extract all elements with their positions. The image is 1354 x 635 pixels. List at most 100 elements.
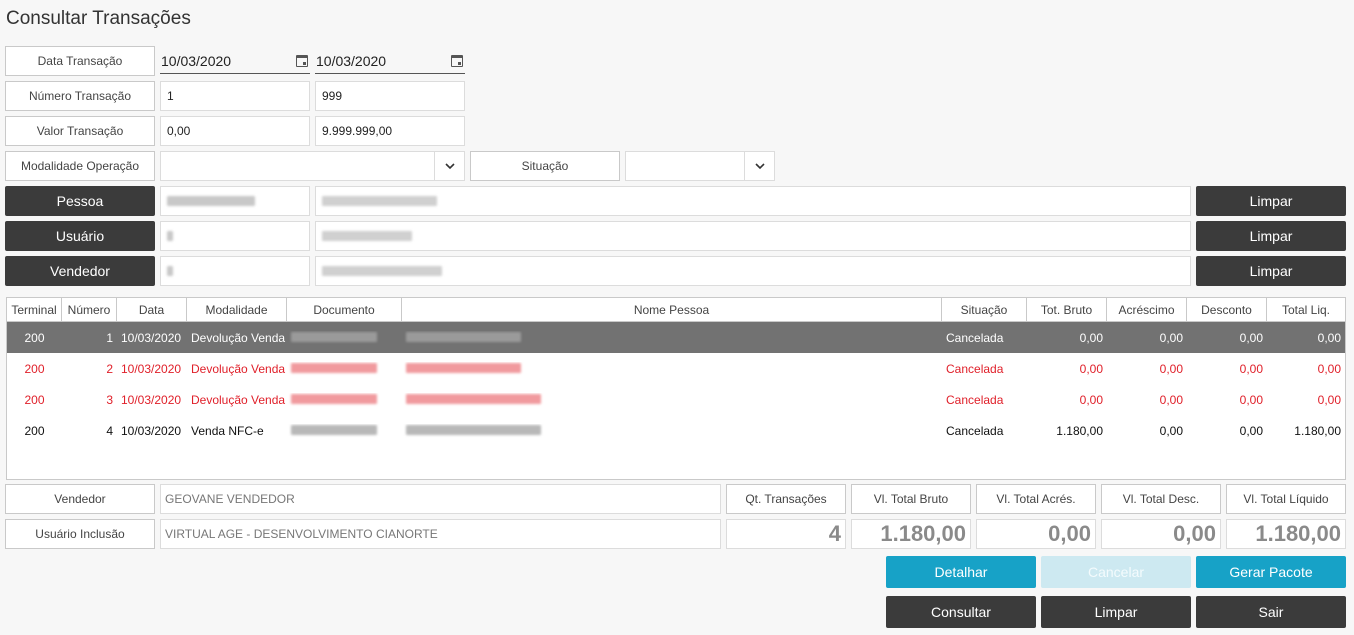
cell-tot-bruto: 1.180,00	[1056, 423, 1103, 438]
transactions-grid[interactable]: Terminal Número Data Modalidade Document…	[6, 297, 1346, 480]
col-total-liq[interactable]: Total Liq.	[1267, 298, 1345, 321]
vl-total-acres-value: 0,00	[976, 519, 1096, 549]
limpar-usuario-button[interactable]: Limpar	[1196, 221, 1346, 251]
cell-documento	[287, 393, 402, 407]
cell-desconto: 0,00	[1239, 330, 1263, 345]
vendedor-code-input[interactable]	[160, 256, 310, 286]
usuario-code-input[interactable]	[160, 221, 310, 251]
cell-situacao: Cancelada	[946, 361, 1004, 376]
data-from-field[interactable]: 10/03/2020	[160, 48, 310, 74]
cancelar-button[interactable]: Cancelar	[1041, 556, 1191, 588]
col-documento[interactable]: Documento	[287, 298, 402, 321]
col-desconto[interactable]: Desconto	[1187, 298, 1267, 321]
situacao-select[interactable]	[625, 151, 775, 181]
detalhar-button[interactable]: Detalhar	[886, 556, 1036, 588]
chevron-down-icon[interactable]	[744, 152, 774, 180]
cell-desconto: 0,00	[1239, 423, 1263, 438]
cell-acrescimo: 0,00	[1159, 330, 1183, 345]
col-data[interactable]: Data	[117, 298, 187, 321]
modalidade-label: Modalidade Operação	[5, 151, 155, 181]
calendar-icon[interactable]	[296, 55, 308, 67]
cell-tot-bruto: 0,00	[1079, 392, 1103, 407]
col-tot-bruto[interactable]: Tot. Bruto	[1027, 298, 1107, 321]
limpar-vendedor-button[interactable]: Limpar	[1196, 256, 1346, 286]
redacted-text	[167, 266, 173, 276]
cell-numero: 1	[106, 330, 113, 345]
redacted-text	[291, 424, 377, 435]
redacted-text	[291, 393, 377, 404]
vl-total-desc-label: Vl. Total Desc.	[1101, 484, 1221, 514]
page-title: Consultar Transações	[6, 8, 191, 29]
cell-tot-bruto: 0,00	[1079, 361, 1103, 376]
cell-documento	[287, 424, 402, 438]
calendar-icon[interactable]	[451, 55, 463, 67]
valor-from-input[interactable]: 0,00	[160, 116, 310, 146]
cell-situacao: Cancelada	[946, 392, 1004, 407]
valor-to-input[interactable]: 9.999.999,00	[315, 116, 465, 146]
col-terminal[interactable]: Terminal	[7, 298, 62, 321]
cell-terminal: 200	[24, 330, 45, 345]
table-row[interactable]: 200 2 10/03/2020 Devolução Venda Cancela…	[7, 353, 1345, 384]
data-transacao-label: Data Transação	[5, 46, 155, 76]
data-to-value: 10/03/2020	[316, 52, 387, 69]
vl-total-acres-label: Vl. Total Acrés.	[976, 484, 1096, 514]
cell-terminal: 200	[24, 423, 45, 438]
consultar-button[interactable]: Consultar	[886, 596, 1036, 628]
pessoa-code-input[interactable]	[160, 186, 310, 216]
table-row[interactable]: 200 3 10/03/2020 Devolução Venda Cancela…	[7, 384, 1345, 415]
detail-vendedor-label: Vendedor	[5, 484, 155, 514]
col-numero[interactable]: Número	[62, 298, 117, 321]
data-to-field[interactable]: 10/03/2020	[315, 48, 465, 74]
col-situacao[interactable]: Situação	[942, 298, 1027, 321]
modalidade-select[interactable]	[160, 151, 465, 181]
table-row[interactable]: 200 1 10/03/2020 Devolução Venda Cancela…	[7, 322, 1345, 353]
redacted-text	[406, 362, 521, 373]
table-row[interactable]: 200 4 10/03/2020 Venda NFC-e Cancelada 1…	[7, 415, 1345, 446]
qt-transacoes-label: Qt. Transações	[726, 484, 846, 514]
cell-documento	[287, 362, 402, 376]
sair-button[interactable]: Sair	[1196, 596, 1346, 628]
grid-header: Terminal Número Data Modalidade Document…	[7, 298, 1345, 322]
cell-total-liq: 0,00	[1317, 361, 1341, 376]
limpar-button[interactable]: Limpar	[1041, 596, 1191, 628]
cell-total-liq: 1.180,00	[1294, 423, 1341, 438]
numero-transacao-label: Número Transação	[5, 81, 155, 111]
cell-nome-pessoa	[402, 362, 942, 376]
cell-numero: 4	[106, 423, 113, 438]
redacted-text	[167, 231, 173, 241]
cell-data: 10/03/2020	[121, 361, 182, 376]
cell-tot-bruto: 0,00	[1079, 330, 1103, 345]
col-nome-pessoa[interactable]: Nome Pessoa	[402, 298, 942, 321]
vendedor-name-input[interactable]	[315, 256, 1191, 286]
limpar-pessoa-button[interactable]: Limpar	[1196, 186, 1346, 216]
col-acrescimo[interactable]: Acréscimo	[1107, 298, 1187, 321]
cell-numero: 2	[106, 361, 113, 376]
gerar-pacote-button[interactable]: Gerar Pacote	[1196, 556, 1346, 588]
cell-modalidade: Devolução Venda	[191, 330, 286, 345]
col-modalidade[interactable]: Modalidade	[187, 298, 287, 321]
cell-data: 10/03/2020	[121, 392, 182, 407]
cell-modalidade: Venda NFC-e	[191, 423, 264, 438]
pessoa-name-input[interactable]	[315, 186, 1191, 216]
pessoa-button[interactable]: Pessoa	[5, 186, 155, 216]
cell-total-liq: 0,00	[1317, 392, 1341, 407]
numero-from-input[interactable]: 1	[160, 81, 310, 111]
numero-to-input[interactable]: 999	[315, 81, 465, 111]
vl-total-bruto-label: Vl. Total Bruto	[851, 484, 971, 514]
vl-total-desc-value: 0,00	[1101, 519, 1221, 549]
usuario-button[interactable]: Usuário	[5, 221, 155, 251]
redacted-text	[322, 266, 442, 276]
vendedor-button[interactable]: Vendedor	[5, 256, 155, 286]
redacted-text	[167, 196, 255, 206]
cell-nome-pessoa	[402, 424, 942, 438]
cell-acrescimo: 0,00	[1159, 423, 1183, 438]
qt-transacoes-value: 4	[726, 519, 846, 549]
cell-modalidade: Devolução Venda	[191, 361, 286, 376]
vl-total-liquido-label: Vl. Total Líquido	[1226, 484, 1346, 514]
cell-data: 10/03/2020	[121, 423, 182, 438]
cell-numero: 3	[106, 392, 113, 407]
usuario-name-input[interactable]	[315, 221, 1191, 251]
chevron-down-icon[interactable]	[434, 152, 464, 180]
cell-acrescimo: 0,00	[1159, 361, 1183, 376]
cell-terminal: 200	[24, 361, 45, 376]
